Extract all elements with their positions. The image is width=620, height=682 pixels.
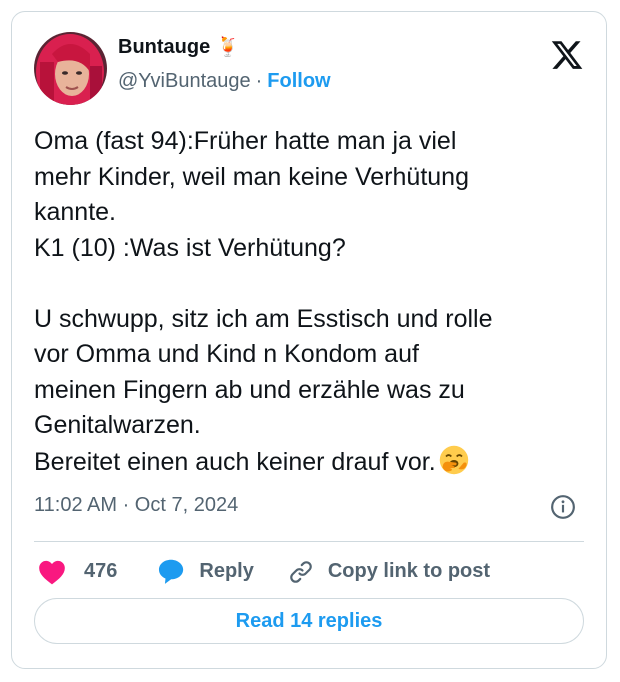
- info-icon[interactable]: [550, 494, 576, 520]
- display-name[interactable]: Buntauge: [118, 36, 210, 59]
- follow-button[interactable]: Follow: [267, 70, 330, 93]
- reply-label: Reply: [199, 560, 254, 582]
- read-replies-button[interactable]: Read 14 replies: [34, 598, 584, 644]
- tweet-text: Oma (fast 94):Früher hatte man ja viel m…: [34, 124, 594, 480]
- link-icon: [290, 560, 312, 583]
- separator-dot: ·: [255, 70, 263, 92]
- tweet-card: Buntauge 🍹 @YviBuntauge · Follow Oma (fa…: [11, 11, 607, 669]
- heart-icon: [39, 560, 65, 584]
- copy-link-label: Copy link to post: [327, 560, 491, 582]
- avatar[interactable]: [34, 32, 107, 105]
- x-logo-icon[interactable]: [550, 38, 584, 72]
- display-name-row: Buntauge 🍹: [118, 36, 240, 59]
- action-bar: 476 Reply Copy link to post: [38, 558, 490, 585]
- handle-row: @YviBuntauge · Follow: [118, 70, 331, 93]
- like-button[interactable]: 476: [38, 559, 117, 585]
- read-replies-label: Read 14 replies: [235, 609, 383, 632]
- cocktail-emoji-icon: 🍹: [216, 37, 240, 58]
- speech-bubble-icon: [159, 559, 184, 584]
- tweet-body: Oma (fast 94):Früher hatte man ja viel m…: [34, 127, 493, 476]
- face-with-hand-over-mouth-emoji-icon: [439, 445, 468, 474]
- copy-link-button[interactable]: Copy link to post: [288, 559, 490, 585]
- handle[interactable]: @YviBuntauge: [118, 70, 251, 93]
- timestamp-link[interactable]: 11:02 AM · Oct 7, 2024: [34, 494, 238, 517]
- like-count: 476: [84, 560, 118, 582]
- reply-button[interactable]: Reply: [157, 558, 254, 585]
- divider: [34, 541, 584, 542]
